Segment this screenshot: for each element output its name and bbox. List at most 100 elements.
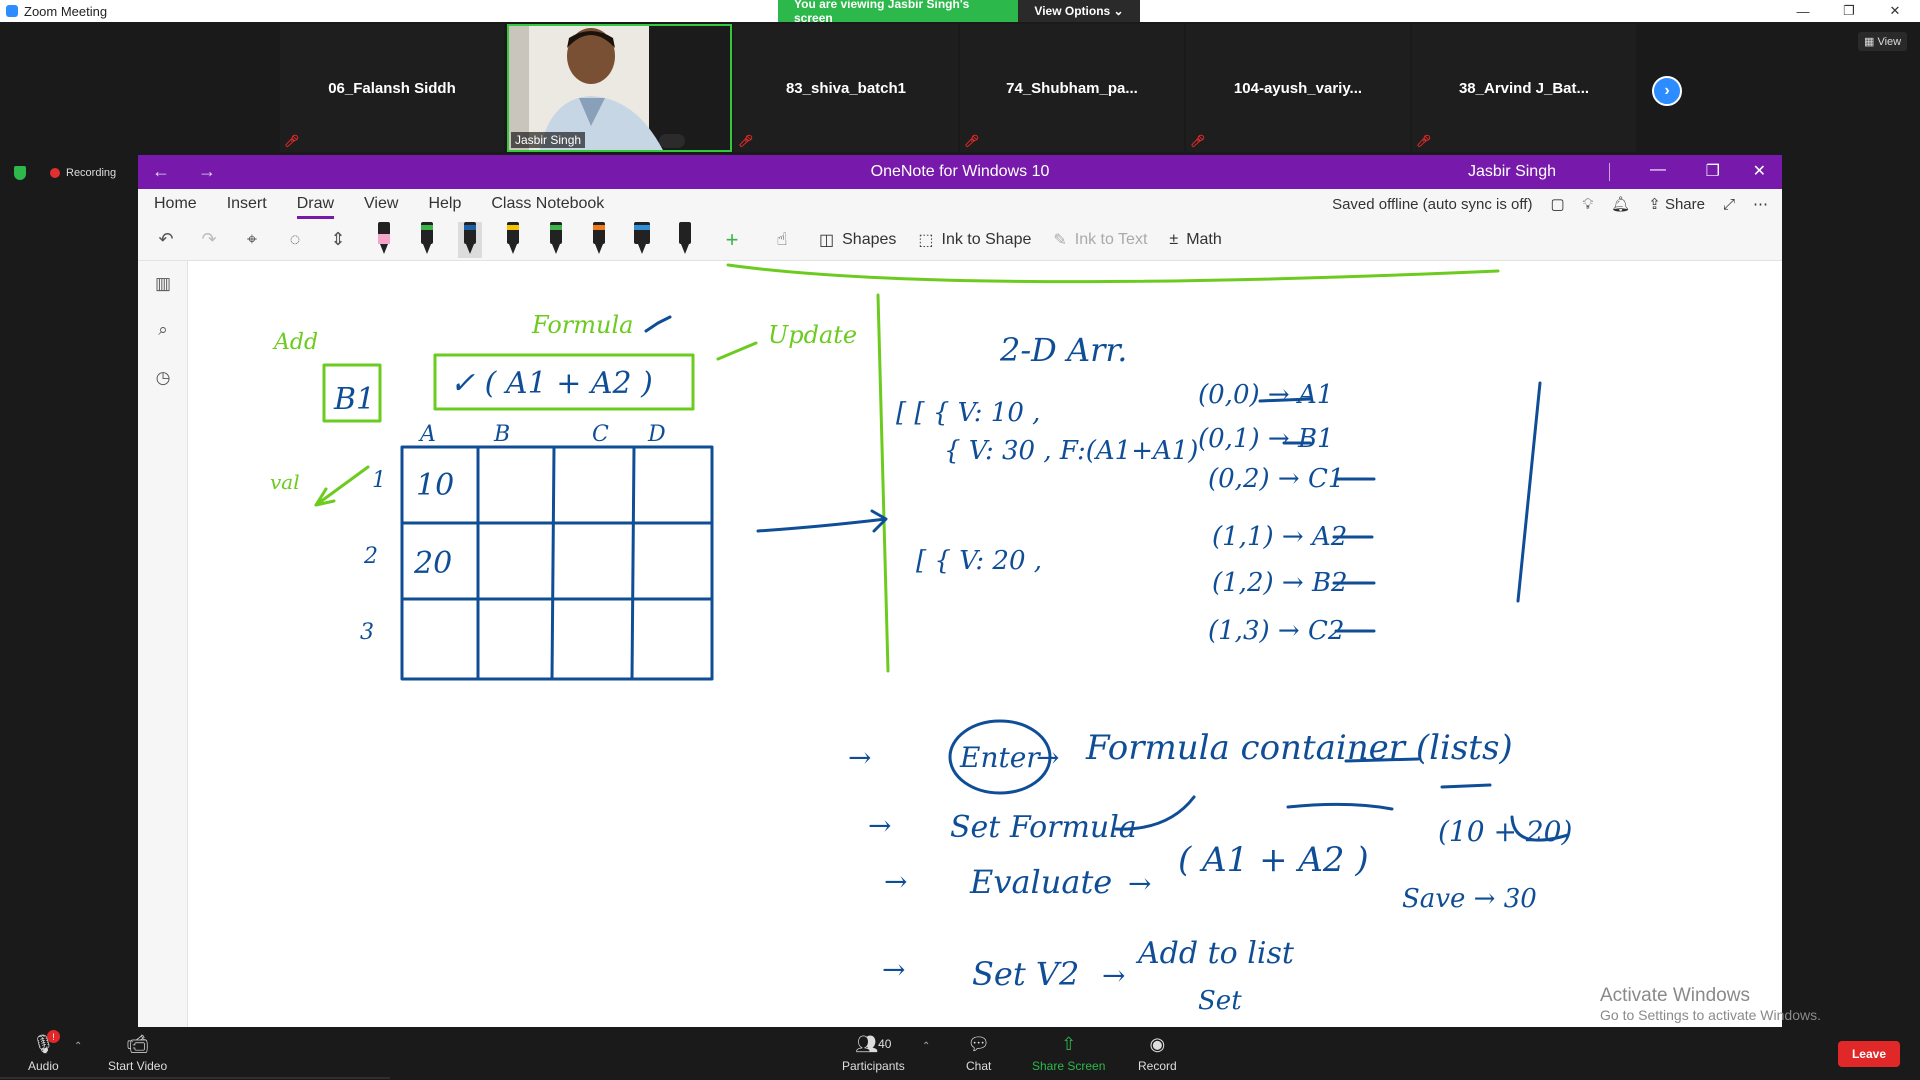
shapes-label: Shapes — [842, 230, 897, 248]
pen-tool[interactable] — [673, 221, 697, 258]
pen-tool[interactable] — [372, 221, 396, 258]
share-button[interactable]: ⇪ Share — [1648, 195, 1705, 213]
title-divider — [1609, 163, 1610, 181]
search-icon[interactable]: ⌕ — [150, 317, 176, 343]
ink-drawing[interactable]: Add Formula Update val B1 ✓ ( A1 + A2 ) … — [188, 261, 1782, 1027]
start-video-button[interactable]: 📹︎ Start Video — [108, 1033, 167, 1074]
pen-tool-selected[interactable] — [458, 221, 482, 258]
recording-label: Recording — [66, 167, 117, 179]
bell-icon[interactable]: 🔔︎ — [1611, 195, 1630, 213]
ink-text: Update — [768, 321, 857, 349]
pen-tool[interactable] — [587, 221, 611, 258]
math-icon: ± — [1169, 230, 1179, 248]
close-icon[interactable]: ✕ — [1753, 161, 1766, 181]
minimize-icon[interactable]: — — [1650, 161, 1666, 179]
tab-draw[interactable]: Draw — [296, 189, 335, 219]
ink-stroke — [1286, 802, 1394, 811]
close-icon[interactable]: ✕ — [1872, 0, 1918, 22]
grid-icon: ▦ — [1864, 36, 1878, 48]
expand-icon[interactable]: ⤢ — [1723, 196, 1735, 213]
notebook-icon[interactable]: ▢ — [1550, 195, 1564, 213]
ink-text: Formula container (lists) — [1085, 728, 1513, 768]
ink-text: Set Formula — [950, 810, 1137, 845]
ink-stroke — [726, 263, 1500, 284]
ink-mapping: (0,0) → A1 — [1198, 380, 1333, 410]
ink-mapping: (1,1) → A2 — [1212, 522, 1347, 552]
share-screen-button[interactable]: ⇧ Share Screen — [1032, 1033, 1105, 1074]
chat-icon: 💬︎ — [967, 1033, 991, 1054]
audio-options-chevron-icon[interactable]: ⌃ — [74, 1041, 82, 1052]
tab-class-notebook[interactable]: Class Notebook — [491, 189, 604, 219]
chevron-right-icon: › — [1664, 82, 1670, 99]
type-select-icon[interactable]: ⌖ — [237, 225, 267, 255]
watermark-line2: Go to Settings to activate Windows. — [1600, 1007, 1821, 1023]
pen-tool[interactable] — [501, 221, 525, 258]
add-pen-icon[interactable]: + — [717, 225, 747, 255]
ink-replay-icon[interactable]: ☝︎ — [767, 225, 797, 255]
ink-to-text-label: Ink to Text — [1074, 230, 1148, 248]
minimize-icon[interactable]: — — [1780, 0, 1826, 22]
more-icon[interactable]: ⋯ — [1753, 195, 1768, 213]
ink-arrow-glyph: → — [848, 741, 871, 774]
ink-to-shape-button[interactable]: ⬚ Ink to Shape — [918, 230, 1031, 250]
ink-text: [ [ { V: 10 , — [896, 398, 1040, 428]
ink-mapping: (1,2) → B2 — [1212, 568, 1348, 598]
note-canvas[interactable]: Add Formula Update val B1 ✓ ( A1 + A2 ) … — [188, 261, 1782, 1027]
chat-button[interactable]: 💬︎ Chat — [966, 1033, 991, 1074]
record-button[interactable]: ◉ Record — [1138, 1033, 1177, 1074]
view-button[interactable]: ▦ View — [1858, 32, 1908, 51]
muted-mic-icon: 🎤︎ — [964, 134, 980, 148]
ink-text: ( A1 + A2 ) — [1178, 840, 1369, 880]
participant-name: 06_Falansh Siddh — [328, 79, 456, 97]
participants-chevron-icon[interactable]: ⌃ — [922, 1041, 930, 1052]
pen-tool[interactable] — [415, 221, 439, 258]
ink-row-header: 1 — [372, 468, 386, 493]
tab-view[interactable]: View — [364, 189, 398, 219]
ink-row-header: 3 — [360, 620, 374, 645]
record-icon: ◉ — [1149, 1033, 1166, 1054]
participants-button[interactable]: 👥︎ 40 Participants — [842, 1033, 905, 1074]
tab-insert[interactable]: Insert — [227, 189, 267, 219]
math-button[interactable]: ± Math — [1169, 231, 1221, 249]
redo-icon[interactable]: ↷ — [194, 225, 224, 255]
ink-to-shape-icon: ⬚ — [918, 231, 934, 249]
view-options-button[interactable]: View Options ⌄ — [1018, 0, 1140, 22]
participant-tile[interactable]: 38_Arvind J_Bat... 🎤︎ — [1412, 24, 1636, 152]
recent-clock-icon[interactable]: ◷ — [150, 365, 176, 391]
highlighter-tool[interactable] — [630, 221, 654, 258]
ink-to-text-button[interactable]: ✎ Ink to Text — [1053, 230, 1147, 250]
participant-video-tile[interactable]: Jasbir Singh — [507, 24, 732, 152]
ink-mapping: (0,2) → C1 — [1208, 464, 1344, 494]
ribbon-tabs: Home Insert Draw View Help Class Noteboo… — [138, 189, 1782, 219]
pen-tool[interactable] — [544, 221, 568, 258]
restore-icon[interactable]: ❐ — [1706, 161, 1720, 181]
shapes-button[interactable]: ◫ Shapes — [819, 230, 896, 250]
notebooks-icon[interactable]: ▥ — [150, 271, 176, 297]
participant-tile[interactable]: 83_shiva_batch1 🎤︎ — [734, 24, 958, 152]
ink-text: (10 + 20) — [1438, 815, 1572, 848]
lightbulb-icon[interactable]: 💡︎ — [1583, 196, 1594, 213]
ink-text: Set V2 — [972, 955, 1079, 993]
ink-cell-value: 20 — [413, 546, 452, 581]
ink-to-text-icon: ✎ — [1053, 231, 1067, 249]
participant-tile[interactable]: 74_Shubham_pa... 🎤︎ — [960, 24, 1184, 152]
undo-icon[interactable]: ↶ — [151, 225, 181, 255]
ink-arrow-glyph: → — [884, 865, 907, 898]
view-label: View — [1877, 36, 1902, 48]
tab-help[interactable]: Help — [428, 189, 461, 219]
participant-count: 40 — [878, 1037, 892, 1051]
add-space-icon[interactable]: ⇕ — [323, 225, 353, 255]
leave-button[interactable]: Leave — [1837, 1041, 1900, 1067]
watermark-line1: Activate Windows — [1600, 985, 1750, 1006]
restore-icon[interactable]: ❐ — [1826, 0, 1872, 22]
participant-tile[interactable]: 06_Falansh Siddh 🎤︎ — [280, 24, 504, 152]
participant-tile[interactable]: 104-ayush_variy... 🎤︎ — [1186, 24, 1410, 152]
ink-col-header: D — [647, 422, 666, 447]
user-name[interactable]: Jasbir Singh — [1468, 163, 1556, 181]
next-page-button[interactable]: › — [1652, 76, 1682, 106]
ink-text: ✓ ( A1 + A2 ) — [450, 366, 653, 401]
lasso-select-icon[interactable]: ◌ — [280, 225, 310, 255]
activate-windows-watermark: Activate Windows Go to Settings to activ… — [1600, 985, 1821, 1023]
tab-home[interactable]: Home — [154, 189, 197, 219]
ink-stroke — [1440, 783, 1492, 789]
